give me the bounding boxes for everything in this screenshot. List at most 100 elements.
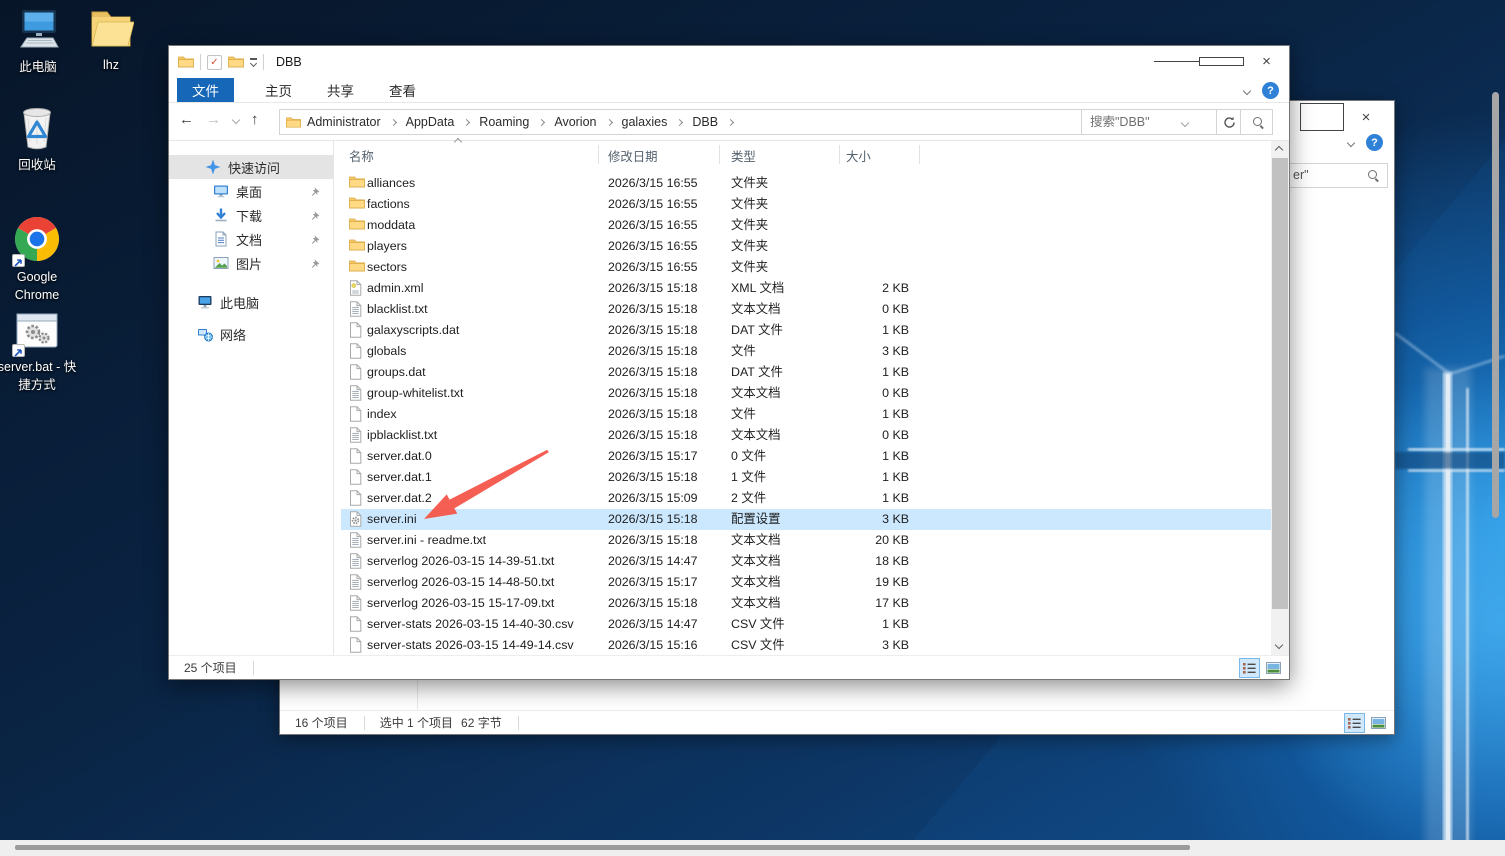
file-row[interactable]: index2026/3/15 15:18文件1 KB	[341, 404, 1271, 425]
bw-selection-count: 选中 1 个项目	[380, 714, 453, 731]
bw-ribbon-collapse-icon[interactable]	[1347, 138, 1355, 146]
search-box[interactable]	[1081, 109, 1273, 135]
bw-thumbnail-view-button[interactable]	[1368, 713, 1389, 733]
file-row[interactable]: admin.xml2026/3/15 15:18XML 文档2 KB	[341, 278, 1271, 299]
tab-view[interactable]: 查看	[385, 78, 420, 102]
scroll-down-icon[interactable]	[1275, 641, 1283, 649]
breadcrumb-item[interactable]: DBB	[690, 115, 720, 129]
column-header-name[interactable]: 名称	[349, 147, 374, 165]
sidebar-item-label: 桌面	[236, 182, 262, 201]
sidebar-item-quick-access[interactable]: 快速访问	[169, 155, 333, 179]
breadcrumb-chevron-icon[interactable]	[538, 118, 545, 125]
file-row[interactable]: serverlog 2026-03-15 15-17-09.txt2026/3/…	[341, 593, 1271, 614]
sidebar-item-pictures[interactable]: 图片	[169, 251, 333, 275]
file-row[interactable]: globals2026/3/15 15:18文件3 KB	[341, 341, 1271, 362]
desktop-icon-big-folder[interactable]: lhz	[79, 8, 143, 75]
history-dropdown-icon[interactable]	[232, 115, 240, 123]
search-input[interactable]	[1082, 110, 1272, 134]
breadcrumb-item[interactable]: AppData	[404, 115, 457, 129]
back-button[interactable]: ←	[179, 111, 194, 128]
address-folder-icon	[286, 116, 301, 129]
file-row[interactable]: alliances2026/3/15 16:55文件夹	[341, 173, 1271, 194]
file-row[interactable]: blacklist.txt2026/3/15 15:18文本文档0 KB	[341, 299, 1271, 320]
breadcrumb-item[interactable]: galaxies	[620, 115, 670, 129]
file-row[interactable]: serverlog 2026-03-15 14-48-50.txt2026/3/…	[341, 572, 1271, 593]
desktop-icon-chrome[interactable]: Google Chrome	[5, 216, 69, 304]
tab-share[interactable]: 共享	[323, 78, 358, 102]
file-date: 2026/3/15 15:18	[608, 278, 726, 299]
column-header-size[interactable]: 大小	[846, 147, 871, 165]
tab-file[interactable]: 文件	[177, 78, 234, 102]
file-date: 2026/3/15 16:55	[608, 215, 726, 236]
forward-button[interactable]: →	[206, 111, 221, 128]
thumbnail-view-button[interactable]	[1263, 658, 1284, 678]
sidebar-item-label: 此电脑	[220, 293, 259, 312]
help-icon[interactable]: ?	[1262, 82, 1279, 99]
details-view-button[interactable]	[1239, 658, 1260, 678]
right-scrollbar-fragment[interactable]	[1492, 92, 1499, 518]
title-bar[interactable]: ✓ DBB ×	[169, 46, 1289, 78]
bw-help-icon[interactable]: ?	[1366, 134, 1383, 151]
file-row[interactable]: server-stats 2026-03-15 14-40-30.csv2026…	[341, 614, 1271, 635]
qat-customize-button[interactable]	[250, 58, 257, 65]
minimize-button[interactable]	[1154, 46, 1199, 77]
file-row[interactable]: group-whitelist.txt2026/3/15 15:18文本文档0 …	[341, 383, 1271, 404]
file-row[interactable]: sectors2026/3/15 16:55文件夹	[341, 257, 1271, 278]
vertical-scrollbar[interactable]	[1271, 141, 1289, 655]
pin-icon	[310, 209, 321, 224]
sidebar-item-desktop[interactable]: 桌面	[169, 179, 333, 203]
desktop-icon-recycle-bin[interactable]: 回收站	[5, 104, 69, 175]
breadcrumb-chevron-icon[interactable]	[463, 118, 470, 125]
file-size: 1 KB	[839, 362, 909, 383]
maximize-icon	[1300, 103, 1344, 131]
sidebar-item-documents[interactable]: 文档	[169, 227, 333, 251]
sidebar-item-network[interactable]: 网络	[169, 321, 333, 347]
close-button[interactable]: ×	[1244, 46, 1289, 77]
sidebar-item-pc[interactable]: 此电脑	[169, 289, 333, 315]
documents-icon	[213, 231, 229, 247]
column-header-date[interactable]: 修改日期	[608, 147, 658, 165]
tab-home[interactable]: 主页	[261, 78, 296, 102]
file-name: serverlog 2026-03-15 14-48-50.txt	[367, 572, 595, 593]
file-row[interactable]: serverlog 2026-03-15 14-39-51.txt2026/3/…	[341, 551, 1271, 572]
column-header-type[interactable]: 类型	[731, 147, 756, 165]
bw-close-button[interactable]: ×	[1344, 103, 1388, 131]
file-size: 1 KB	[839, 488, 909, 509]
address-bar[interactable]: Administrator AppData Roaming Avorion galaxi…	[279, 109, 1217, 135]
breadcrumb-chevron-icon[interactable]	[605, 118, 612, 125]
scroll-up-icon[interactable]	[1275, 146, 1283, 154]
file-row[interactable]: players2026/3/15 16:55文件夹	[341, 236, 1271, 257]
breadcrumb-chevron-icon[interactable]	[390, 118, 397, 125]
explorer-window[interactable]: ✓ DBB × 文件 主页 共享 查看 ? ←	[168, 45, 1290, 680]
desktop-icon-bat-file[interactable]: server.bat - 快捷方式	[0, 312, 79, 394]
file-type: DAT 文件	[731, 320, 836, 341]
desktop-icon-this-pc[interactable]: 此电脑	[6, 8, 70, 77]
up-button[interactable]: ↑	[251, 111, 259, 128]
file-row[interactable]: factions2026/3/15 16:55文件夹	[341, 194, 1271, 215]
folder-file-icon	[349, 217, 365, 238]
file-row[interactable]: moddata2026/3/15 16:55文件夹	[341, 215, 1271, 236]
file-date: 2026/3/15 14:47	[608, 551, 726, 572]
ribbon-collapse-icon[interactable]	[1243, 86, 1251, 94]
breadcrumb-item[interactable]: Administrator	[305, 115, 383, 129]
new-folder-icon[interactable]	[228, 55, 244, 69]
maximize-button[interactable]	[1199, 46, 1244, 77]
file-row[interactable]: server-stats 2026-03-15 14-49-14.csv2026…	[341, 635, 1271, 656]
properties-icon[interactable]: ✓	[207, 55, 222, 70]
bw-search-icon[interactable]	[1367, 169, 1380, 182]
file-size: 19 KB	[839, 572, 909, 593]
file-type: 文件夹	[731, 257, 836, 278]
file-row[interactable]: galaxyscripts.dat2026/3/15 15:18DAT 文件1 …	[341, 320, 1271, 341]
breadcrumb-chevron-icon[interactable]	[676, 118, 683, 125]
breadcrumb-item[interactable]: Avorion	[552, 115, 598, 129]
breadcrumb-chevron-icon[interactable]	[727, 118, 734, 125]
file-row[interactable]: groups.dat2026/3/15 15:18DAT 文件1 KB	[341, 362, 1271, 383]
scrollbar-thumb[interactable]	[1272, 158, 1288, 609]
bw-details-view-button[interactable]	[1344, 713, 1365, 733]
search-icon[interactable]	[1252, 116, 1265, 129]
breadcrumb-item[interactable]: Roaming	[477, 115, 531, 129]
recycle-bin-icon	[16, 104, 58, 155]
sidebar-item-downloads[interactable]: 下载	[169, 203, 333, 227]
bw-maximize-button[interactable]	[1300, 103, 1344, 131]
file-row[interactable]: server.ini - readme.txt2026/3/15 15:18文本…	[341, 530, 1271, 551]
